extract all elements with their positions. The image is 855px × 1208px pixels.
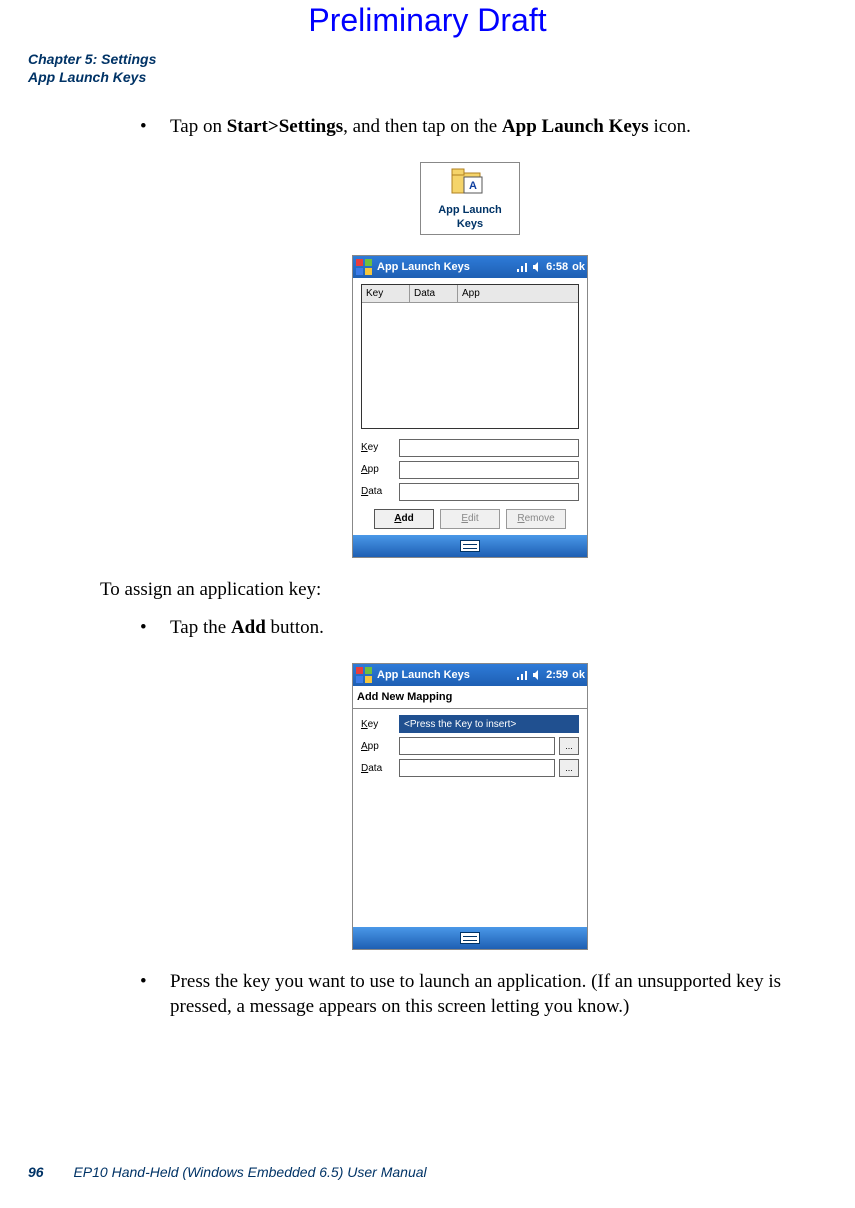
- device-screen-2: App Launch Keys 2:59 ok Add New Mapping …: [352, 663, 588, 950]
- row-data-1: Data: [361, 483, 579, 501]
- bullet-icon: •: [140, 115, 170, 140]
- key-field-1[interactable]: [399, 439, 579, 457]
- row-app-1: App: [361, 461, 579, 479]
- row-data-2: Data ...: [361, 759, 579, 777]
- figure-screen-1: App Launch Keys 6:58 ok Key Data App: [100, 255, 840, 558]
- titlebar-2: App Launch Keys 2:59 ok: [353, 664, 587, 686]
- app-browse-button[interactable]: ...: [559, 737, 579, 755]
- text-fragment: , and then tap on the: [343, 116, 502, 137]
- data-field-1[interactable]: [399, 483, 579, 501]
- sip-keyboard-icon[interactable]: [460, 932, 480, 944]
- row-key-2: Key <Press the Key to insert>: [361, 715, 579, 733]
- col-data[interactable]: Data: [410, 285, 458, 302]
- row-app-2: App ...: [361, 737, 579, 755]
- bullet-icon: •: [140, 970, 170, 1019]
- mappings-grid: Key Data App: [361, 284, 579, 429]
- add-new-mapping-title: Add New Mapping: [353, 686, 587, 708]
- connectivity-icon[interactable]: [516, 669, 528, 681]
- page-footer: 96 EP10 Hand-Held (Windows Embedded 6.5)…: [28, 1164, 427, 1180]
- data-field-2[interactable]: [399, 759, 555, 777]
- start-settings-path: Start>Settings: [227, 116, 343, 137]
- text-fragment: Tap the: [170, 617, 231, 638]
- softkey-bar-1: [353, 535, 587, 557]
- label-app-1: App: [361, 463, 399, 476]
- page-header: Chapter 5: Settings App Launch Keys: [28, 50, 156, 86]
- step-3-text: Press the key you want to use to launch …: [170, 970, 840, 1019]
- row-key-1: Key: [361, 439, 579, 457]
- page-content: • Tap on Start>Settings, and then tap on…: [100, 115, 840, 1042]
- connectivity-icon[interactable]: [516, 261, 528, 273]
- data-browse-button[interactable]: ...: [559, 759, 579, 777]
- volume-icon[interactable]: [532, 261, 542, 273]
- button-row-1: Add Edit Remove: [361, 509, 579, 529]
- page-number: 96: [28, 1164, 44, 1180]
- clock-1: 6:58: [546, 256, 568, 278]
- col-key[interactable]: Key: [362, 285, 410, 302]
- section-label: App Launch Keys: [28, 68, 156, 86]
- manual-title: EP10 Hand-Held (Windows Embedded 6.5) Us…: [73, 1164, 426, 1180]
- label-key-1: Key: [361, 441, 399, 454]
- icon-badge-line2: Keys: [421, 217, 519, 231]
- figure-icon-badge: A App Launch Keys: [100, 162, 840, 235]
- step-1: • Tap on Start>Settings, and then tap on…: [140, 115, 840, 140]
- assign-intro-text: To assign an application key:: [100, 578, 840, 603]
- step-3: • Press the key you want to use to launc…: [140, 970, 840, 1019]
- window-title-2: App Launch Keys: [377, 664, 516, 686]
- figure-screen-2: App Launch Keys 2:59 ok Add New Mapping …: [100, 663, 840, 950]
- bullet-icon: •: [140, 616, 170, 641]
- watermark-text: Preliminary Draft: [0, 2, 855, 39]
- svg-text:A: A: [469, 180, 477, 192]
- text-fragment: icon.: [649, 116, 691, 137]
- key-field-2[interactable]: <Press the Key to insert>: [399, 715, 579, 733]
- status-area-2: 2:59 ok: [516, 664, 585, 686]
- titlebar-1: App Launch Keys 6:58 ok: [353, 256, 587, 278]
- app-field-2[interactable]: [399, 737, 555, 755]
- app-field-1[interactable]: [399, 461, 579, 479]
- col-app[interactable]: App: [458, 285, 578, 302]
- clock-2: 2:59: [546, 664, 568, 686]
- step-1-text: Tap on Start>Settings, and then tap on t…: [170, 115, 840, 140]
- step-2: • Tap the Add button.: [140, 616, 840, 641]
- app-launch-keys-icon-badge: A App Launch Keys: [420, 162, 520, 235]
- form-group-1: Key App Data: [361, 439, 579, 501]
- text-fragment: Tap on: [170, 116, 227, 137]
- icon-badge-line1: App Launch: [421, 203, 519, 217]
- ok-button-2[interactable]: ok: [572, 664, 585, 686]
- sip-keyboard-icon[interactable]: [460, 540, 480, 552]
- windows-start-icon[interactable]: [355, 666, 373, 684]
- app-launch-keys-label: App Launch Keys: [502, 116, 649, 137]
- windows-start-icon[interactable]: [355, 258, 373, 276]
- window-title-1: App Launch Keys: [377, 256, 516, 278]
- device-body-2: Key <Press the Key to insert> App ... Da…: [353, 709, 587, 927]
- add-button[interactable]: Add: [374, 509, 434, 529]
- label-app-2: App: [361, 740, 399, 753]
- folder-a-icon: A: [450, 167, 490, 197]
- status-area-1: 6:58 ok: [516, 256, 585, 278]
- label-data-2: Data: [361, 762, 399, 775]
- device-screen-1: App Launch Keys 6:58 ok Key Data App: [352, 255, 588, 558]
- edit-button: Edit: [440, 509, 500, 529]
- grid-header: Key Data App: [362, 285, 578, 303]
- text-fragment: button.: [266, 617, 324, 638]
- label-data-1: Data: [361, 485, 399, 498]
- volume-icon[interactable]: [532, 669, 542, 681]
- remove-button: Remove: [506, 509, 566, 529]
- device-body-1: Key Data App Key App Data: [353, 278, 587, 535]
- label-key-2: Key: [361, 718, 399, 731]
- add-label: Add: [231, 617, 266, 638]
- softkey-bar-2: [353, 927, 587, 949]
- chapter-label: Chapter 5: Settings: [28, 50, 156, 68]
- ok-button-1[interactable]: ok: [572, 256, 585, 278]
- step-2-text: Tap the Add button.: [170, 616, 840, 641]
